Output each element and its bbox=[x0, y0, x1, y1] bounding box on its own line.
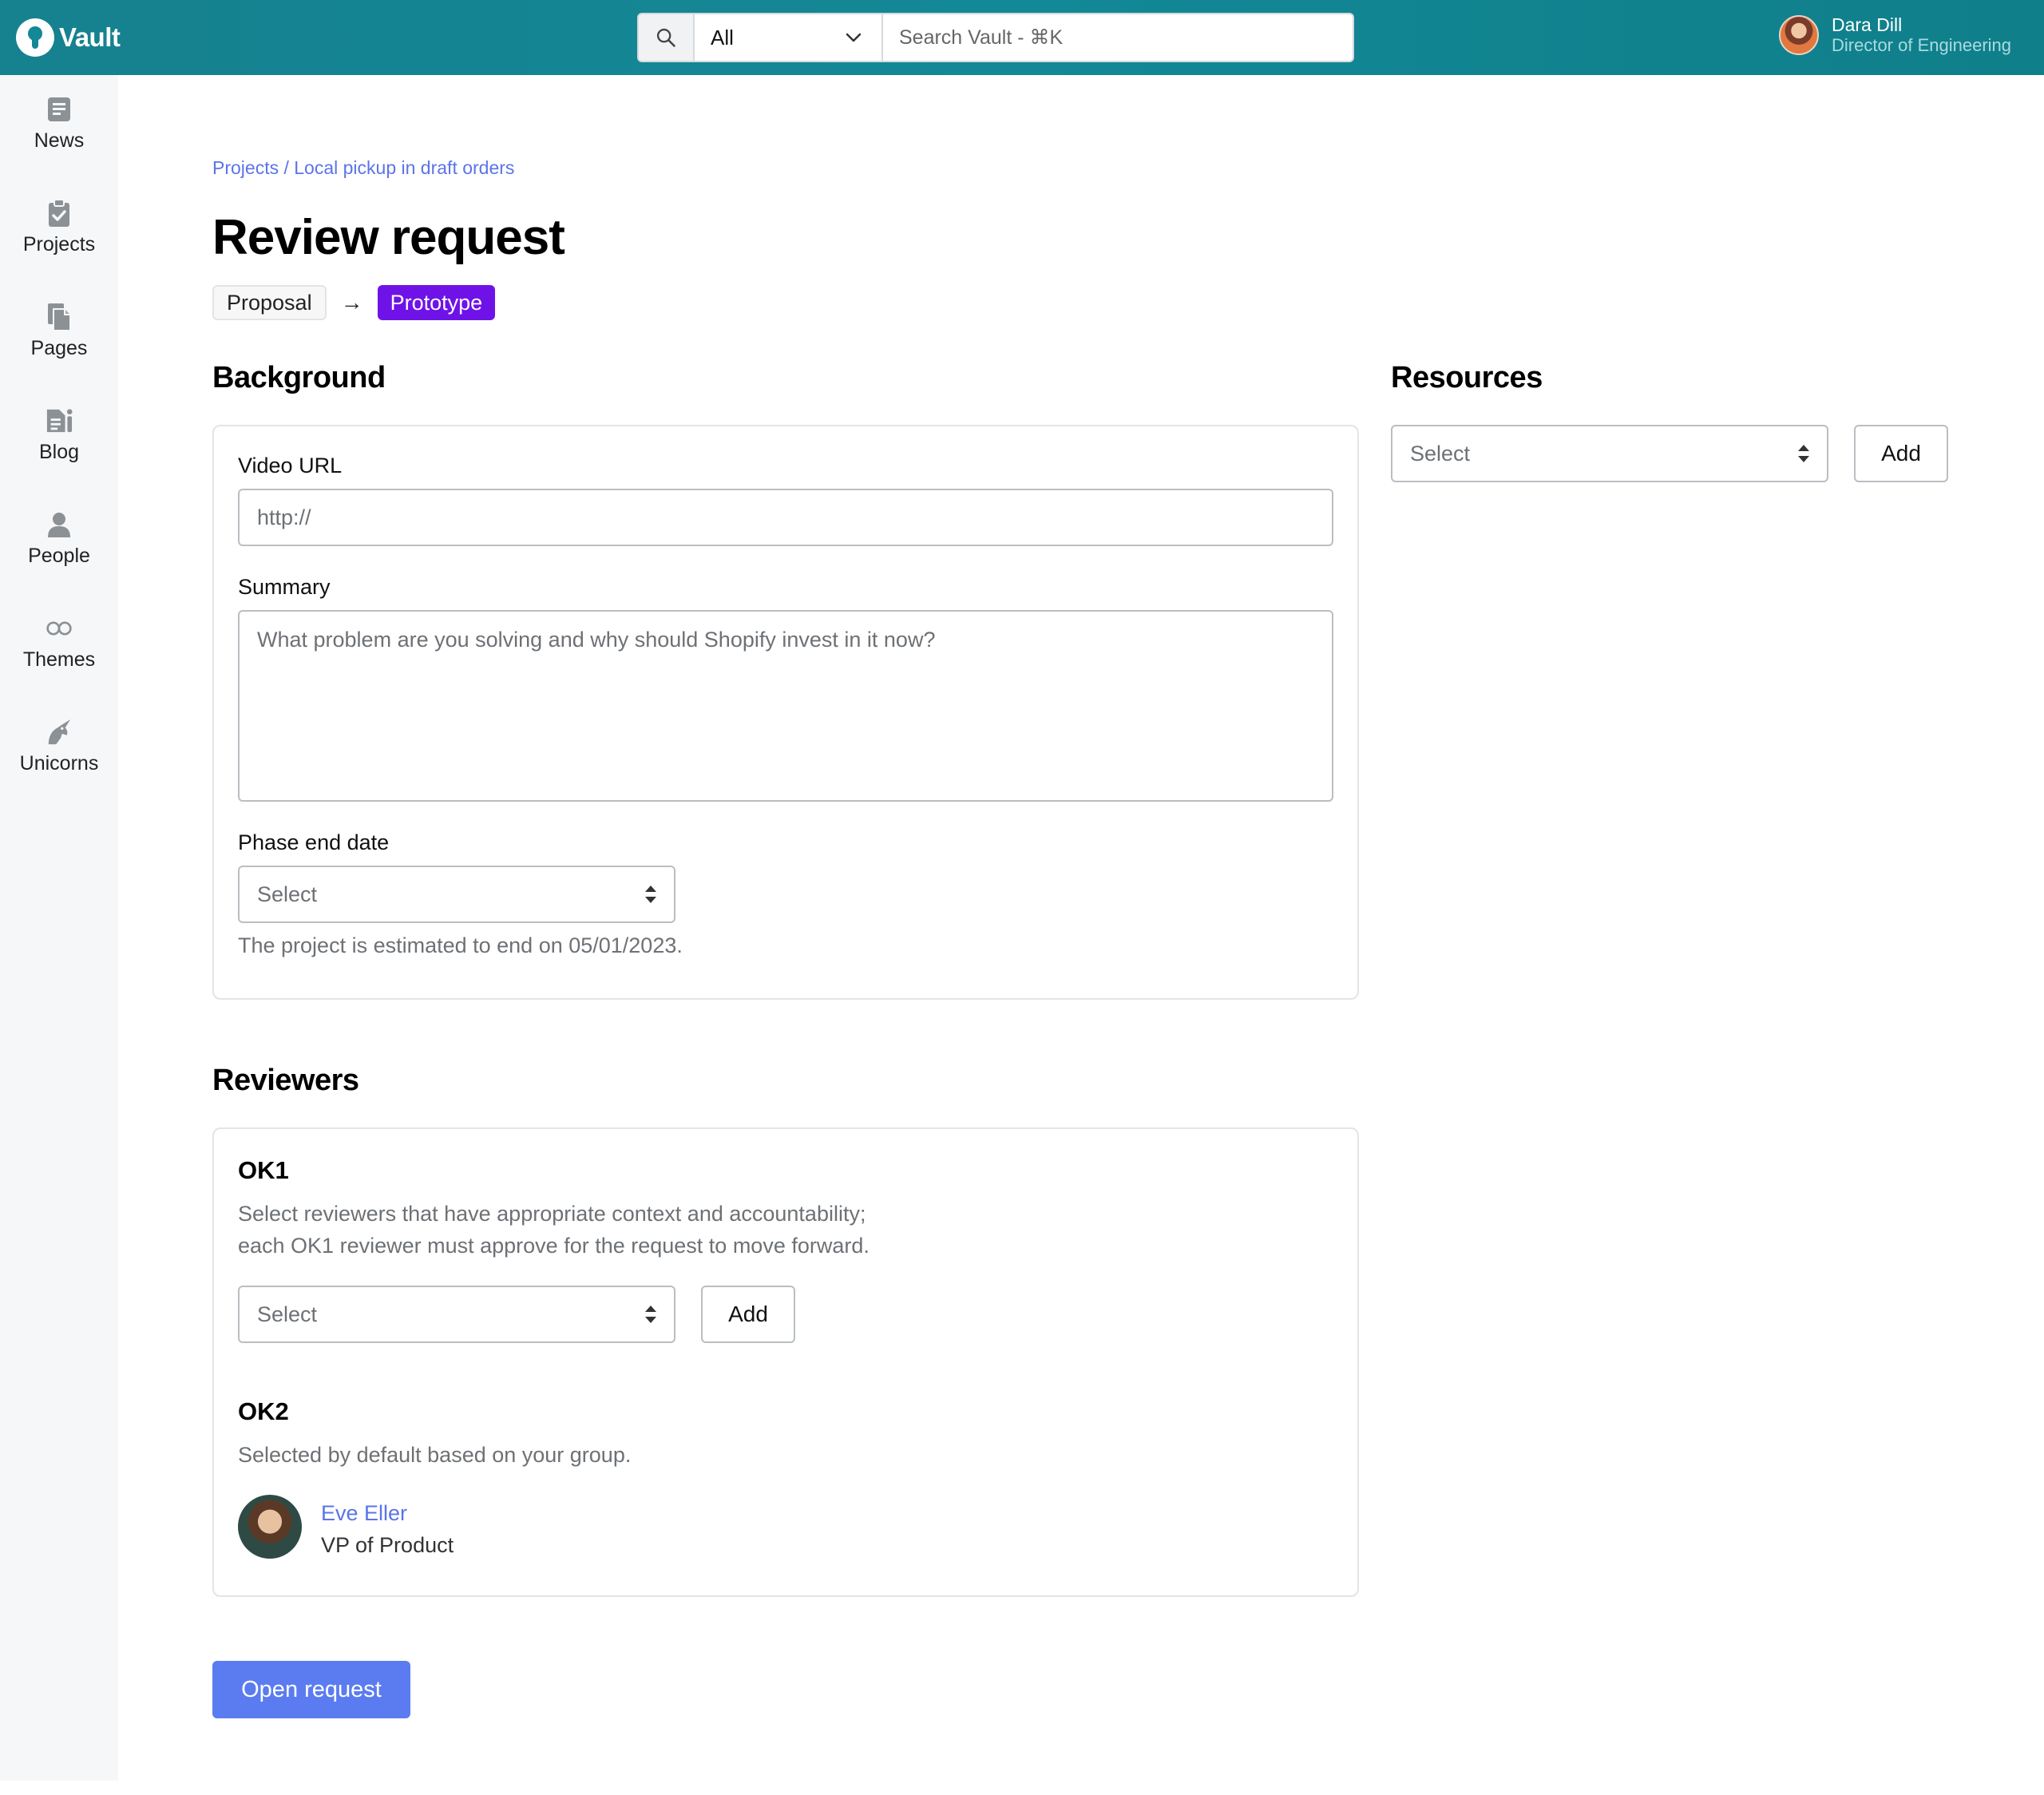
breadcrumb-current-link[interactable]: Local pickup in draft orders bbox=[294, 157, 514, 178]
sidebar-item-people[interactable]: People bbox=[0, 511, 118, 599]
select-caret-icon bbox=[1798, 445, 1809, 462]
vault-logo[interactable]: Vault bbox=[16, 18, 121, 57]
app-name: Vault bbox=[59, 22, 121, 52]
breadcrumb: Projects / Local pickup in draft orders bbox=[212, 157, 514, 179]
chevron-down-icon bbox=[846, 33, 862, 42]
resources-select[interactable]: Select bbox=[1391, 425, 1828, 482]
unicorn-icon bbox=[46, 719, 73, 746]
avatar bbox=[238, 1495, 302, 1559]
reviewer-name-link[interactable]: Eve Eller bbox=[321, 1501, 407, 1526]
breadcrumb-projects-link[interactable]: Projects bbox=[212, 157, 279, 178]
top-bar: Vault All Dara Dill Director of Engineer… bbox=[0, 0, 2044, 75]
ok1-help-line-2: each OK1 reviewer must approve for the r… bbox=[238, 1234, 869, 1258]
search-scope-select[interactable]: All bbox=[695, 14, 883, 61]
avatar bbox=[1779, 14, 1819, 55]
sidebar-item-pages[interactable]: Pages bbox=[0, 303, 118, 391]
infinity-icon bbox=[46, 615, 73, 642]
add-ok1-reviewer-button[interactable]: Add bbox=[701, 1286, 795, 1343]
sidebar-item-label: People bbox=[28, 545, 90, 567]
sidebar-item-label: Unicorns bbox=[19, 752, 99, 775]
person-icon bbox=[46, 511, 73, 538]
video-url-input[interactable] bbox=[238, 489, 1333, 546]
search-input[interactable] bbox=[883, 14, 1353, 61]
sidebar-item-themes[interactable]: Themes bbox=[0, 615, 118, 703]
phase-to-badge: Prototype bbox=[377, 285, 496, 320]
user-role: Director of Engineering bbox=[1832, 35, 2012, 56]
blog-icon bbox=[46, 407, 73, 434]
sidebar-item-blog[interactable]: Blog bbox=[0, 407, 118, 495]
sidebar-item-unicorns[interactable]: Unicorns bbox=[0, 719, 118, 806]
sidebar-item-projects[interactable]: Projects bbox=[0, 199, 118, 287]
sidebar-item-label: Pages bbox=[30, 337, 88, 359]
search-button[interactable] bbox=[639, 14, 695, 61]
reviewers-heading: Reviewers bbox=[212, 1064, 359, 1097]
page-title: Review request bbox=[212, 210, 565, 265]
search-icon bbox=[656, 28, 675, 47]
sidebar-item-news[interactable]: News bbox=[0, 96, 118, 184]
arrow-right-icon: → bbox=[340, 290, 363, 315]
ok1-help-line-1: Select reviewers that have appropriate c… bbox=[238, 1202, 866, 1226]
select-caret-icon bbox=[645, 1306, 656, 1323]
global-search: All bbox=[637, 13, 1354, 62]
reviewers-card: OK1 Select reviewers that have appropria… bbox=[212, 1127, 1359, 1597]
add-resource-button[interactable]: Add bbox=[1854, 425, 1948, 482]
resources-heading: Resources bbox=[1391, 361, 1543, 394]
sidebar-item-label: News bbox=[34, 129, 85, 152]
keyhole-icon bbox=[16, 18, 54, 57]
ok2-help-text: Selected by default based on your group. bbox=[238, 1443, 632, 1467]
phase-transition: Proposal → Prototype bbox=[212, 285, 496, 320]
pages-icon bbox=[46, 303, 73, 331]
user-menu[interactable]: Dara Dill Director of Engineering bbox=[1779, 14, 2011, 56]
ok1-select-value: Select bbox=[257, 1302, 318, 1326]
sidebar-item-label: Blog bbox=[38, 441, 80, 463]
ok1-heading: OK1 bbox=[238, 1156, 289, 1184]
phase-end-help-text: The project is estimated to end on 05/01… bbox=[238, 933, 683, 957]
clipboard-check-icon bbox=[46, 199, 73, 227]
breadcrumb-separator: / bbox=[279, 157, 295, 178]
video-url-label: Video URL bbox=[238, 454, 343, 477]
reviewer-role: VP of Product bbox=[321, 1533, 454, 1557]
summary-label: Summary bbox=[238, 575, 331, 599]
background-card: Video URL Summary Phase end date Select … bbox=[212, 425, 1359, 1000]
ok2-heading: OK2 bbox=[238, 1397, 289, 1425]
search-scope-value: All bbox=[711, 25, 734, 50]
phase-end-date-select[interactable]: Select bbox=[238, 866, 675, 923]
sidebar-item-label: Themes bbox=[22, 648, 96, 671]
select-caret-icon bbox=[645, 886, 656, 903]
background-heading: Background bbox=[212, 361, 386, 394]
ok1-reviewer-select[interactable]: Select bbox=[238, 1286, 675, 1343]
news-icon bbox=[46, 96, 73, 123]
resources-select-value: Select bbox=[1410, 441, 1471, 466]
phase-end-date-label: Phase end date bbox=[238, 830, 390, 854]
sidebar: News Projects Pages Blog People Themes U… bbox=[0, 75, 118, 1781]
phase-end-date-value: Select bbox=[257, 882, 318, 906]
user-meta: Dara Dill Director of Engineering bbox=[1832, 14, 2011, 56]
user-name: Dara Dill bbox=[1832, 14, 1903, 35]
open-request-button[interactable]: Open request bbox=[212, 1661, 410, 1718]
sidebar-item-label: Projects bbox=[22, 233, 96, 256]
summary-textarea[interactable] bbox=[238, 610, 1333, 802]
phase-from-badge: Proposal bbox=[212, 285, 327, 320]
